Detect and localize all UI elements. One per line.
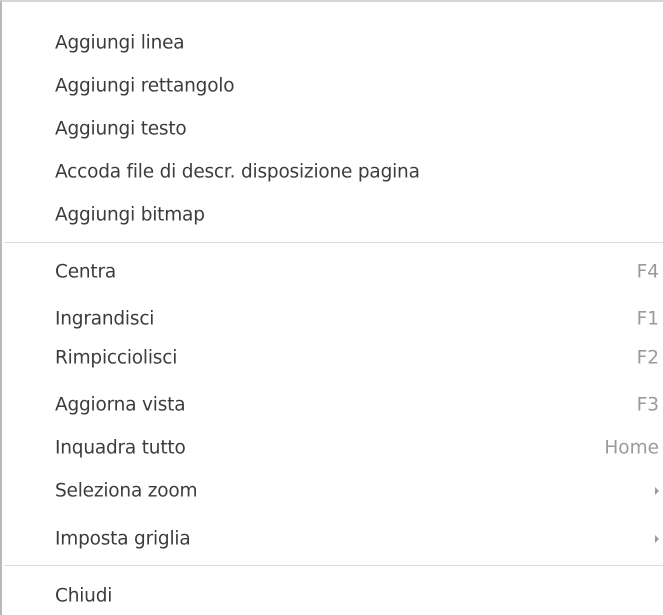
menu-separator (4, 565, 663, 566)
menu-item-label: Chiudi (55, 585, 113, 606)
menu-item-label: Seleziona zoom (55, 480, 198, 501)
menu-item-label: Centra (55, 261, 117, 282)
menu-item-aggiungi-rettangolo[interactable]: Aggiungi rettangolo (2, 64, 663, 107)
menu-item-label: Aggiungi testo (55, 118, 187, 139)
menu-item-label: Rimpicciolisci (55, 347, 178, 368)
menu-item-label: Aggiungi rettangolo (55, 75, 235, 96)
menu-item-label: Imposta griglia (55, 528, 191, 549)
menu-item-shortcut: F3 (636, 394, 659, 415)
menu-item-label: Inquadra tutto (55, 437, 186, 458)
menu-item-shortcut: F2 (636, 347, 659, 368)
menu-item-imposta-griglia[interactable]: Imposta griglia (2, 517, 663, 560)
menu-item-aggiungi-testo[interactable]: Aggiungi testo (2, 107, 663, 150)
menu-item-aggiungi-bitmap[interactable]: Aggiungi bitmap (2, 193, 663, 236)
menu-item-label: Aggiungi bitmap (55, 204, 205, 225)
menu-separator (4, 242, 663, 243)
menu-item-rimpicciolisci[interactable]: Rimpicciolisci F2 (2, 336, 663, 379)
menu-item-accoda-file-disposizione[interactable]: Accoda file di descr. disposizione pagin… (2, 150, 663, 193)
menu-item-shortcut: F4 (636, 261, 659, 282)
menu-item-shortcut: F1 (636, 308, 659, 329)
context-menu: Aggiungi linea Aggiungi rettangolo Aggiu… (0, 0, 663, 615)
menu-item-aggiorna-vista[interactable]: Aggiorna vista F3 (2, 383, 663, 426)
chevron-right-icon (655, 534, 659, 543)
menu-item-chiudi[interactable]: Chiudi (2, 574, 663, 615)
menu-item-inquadra-tutto[interactable]: Inquadra tutto Home (2, 426, 663, 469)
menu-item-label: Accoda file di descr. disposizione pagin… (55, 161, 420, 182)
menu-item-seleziona-zoom[interactable]: Seleziona zoom (2, 469, 663, 512)
menu-item-aggiungi-linea[interactable]: Aggiungi linea (2, 21, 663, 64)
menu-item-label: Aggiorna vista (55, 394, 186, 415)
menu-item-label: Aggiungi linea (55, 32, 185, 53)
menu-item-ingrandisci[interactable]: Ingrandisci F1 (2, 297, 663, 340)
menu-item-centra[interactable]: Centra F4 (2, 250, 663, 293)
menu-item-shortcut: Home (604, 437, 659, 458)
menu-item-label: Ingrandisci (55, 308, 155, 329)
chevron-right-icon (655, 486, 659, 495)
